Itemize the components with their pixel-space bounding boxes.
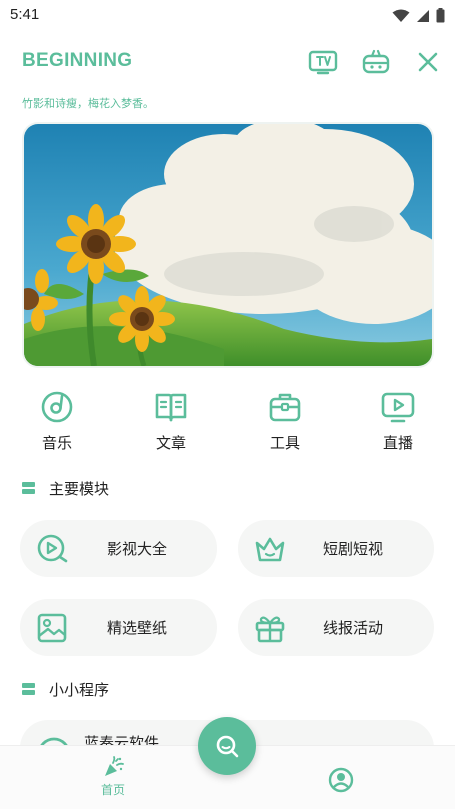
music-disc-icon	[41, 391, 73, 423]
mini-section-title: 小小程序	[49, 680, 110, 699]
quick-nav: 音乐 文章 工具 直播	[0, 390, 455, 460]
crown-icon	[255, 537, 285, 562]
nav-home-label: 首页	[100, 783, 125, 797]
status-icons	[392, 8, 445, 23]
main-section-header: 主要模块	[22, 476, 109, 500]
card-short-drama-label: 短剧短视	[323, 540, 384, 558]
close-button[interactable]	[412, 46, 444, 78]
card-promotions-label: 线报活动	[323, 619, 384, 637]
banner-image[interactable]	[24, 124, 432, 366]
card-movies-label: 影视大全	[107, 540, 168, 558]
quick-nav-live[interactable]: 直播	[358, 390, 438, 460]
quick-nav-tools[interactable]: 工具	[245, 390, 325, 460]
live-play-icon	[381, 392, 415, 423]
video-play-icon	[37, 534, 68, 563]
party-popper-icon	[105, 756, 124, 776]
quick-nav-live-label: 直播	[382, 434, 413, 452]
tv-button[interactable]	[307, 46, 339, 78]
robot-button[interactable]	[360, 46, 392, 78]
tv-icon	[308, 50, 338, 75]
quick-nav-article[interactable]: 文章	[131, 390, 211, 460]
signal-icon	[417, 9, 429, 22]
card-promotions[interactable]: 线报活动	[238, 599, 434, 656]
book-icon	[155, 393, 187, 422]
nav-home[interactable]: 首页	[80, 756, 146, 798]
app-subtitle: 竹影和诗瘦，梅花入梦香。	[22, 97, 154, 110]
profile-icon	[328, 767, 354, 793]
sunflower-landscape-image	[24, 124, 432, 366]
toolbox-icon	[269, 393, 301, 422]
quick-nav-music-label: 音乐	[41, 434, 72, 452]
status-bar: 5:41	[0, 0, 455, 32]
close-icon	[418, 52, 438, 72]
quick-nav-tools-label: 工具	[269, 434, 300, 452]
section-marker-icon	[22, 683, 35, 695]
battery-icon	[436, 8, 445, 23]
nav-profile[interactable]	[327, 766, 355, 794]
card-short-drama[interactable]: 短剧短视	[238, 520, 434, 577]
main-section-title: 主要模块	[49, 479, 110, 498]
mini-section-header: 小小程序	[22, 677, 109, 701]
quick-nav-music[interactable]: 音乐	[17, 390, 97, 460]
search-fab[interactable]	[198, 717, 256, 775]
card-wallpaper[interactable]: 精选壁纸	[20, 599, 217, 656]
image-icon	[37, 613, 67, 643]
status-time: 5:41	[10, 6, 40, 23]
wifi-icon	[392, 9, 410, 22]
app-title: BEGINNING	[22, 50, 133, 71]
card-movies[interactable]: 影视大全	[20, 520, 217, 577]
quick-nav-article-label: 文章	[155, 434, 186, 452]
robot-icon	[362, 49, 390, 74]
gift-icon	[255, 616, 285, 643]
section-marker-icon	[22, 482, 35, 494]
card-wallpaper-label: 精选壁纸	[107, 619, 168, 637]
app-header: BEGINNING	[0, 44, 455, 84]
search-icon	[216, 735, 239, 758]
